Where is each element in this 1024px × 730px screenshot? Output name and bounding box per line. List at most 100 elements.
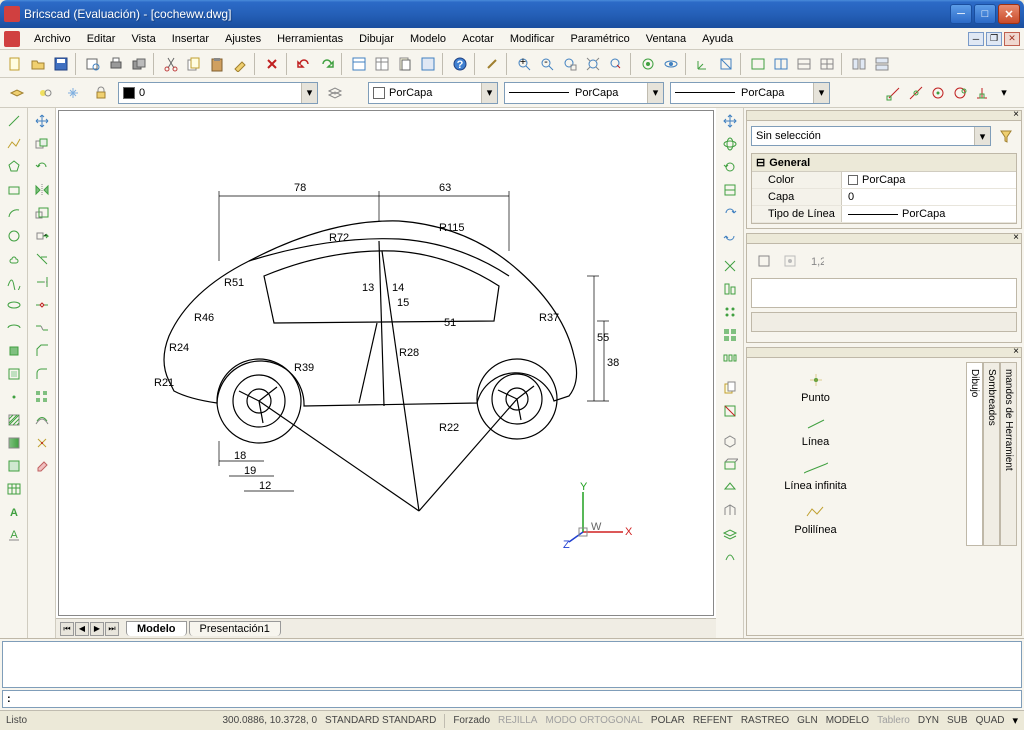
pal-punto[interactable]: Punto xyxy=(757,368,874,408)
menu-modelo[interactable]: Modelo xyxy=(402,31,454,47)
sectionplane-icon[interactable] xyxy=(719,476,741,498)
constraint-list[interactable] xyxy=(751,278,1017,308)
menu-modificar[interactable]: Modificar xyxy=(502,31,563,47)
print-icon[interactable] xyxy=(105,53,127,75)
menu-herramientas[interactable]: Herramientas xyxy=(269,31,351,47)
prop-row-layer[interactable]: Capa 0 xyxy=(752,189,1016,206)
zoom-out-icon[interactable]: - xyxy=(536,53,558,75)
color-combo[interactable]: PorCapa ▾ xyxy=(368,82,498,104)
cut-icon[interactable] xyxy=(160,53,182,75)
menu-ayuda[interactable]: Ayuda xyxy=(694,31,741,47)
stretch-icon[interactable] xyxy=(31,225,53,247)
offset-icon[interactable] xyxy=(31,409,53,431)
circle-icon[interactable] xyxy=(3,225,25,247)
command-line[interactable]: : xyxy=(2,690,1022,708)
zoom-window-icon[interactable] xyxy=(559,53,581,75)
fillet-icon[interactable] xyxy=(31,363,53,385)
table-icon[interactable] xyxy=(3,478,25,500)
trim-icon[interactable] xyxy=(31,248,53,270)
status-gln[interactable]: GLN xyxy=(797,715,818,726)
scale-icon[interactable] xyxy=(31,202,53,224)
print-preview-icon[interactable] xyxy=(82,53,104,75)
mdi-minimize-button[interactable]: ─ xyxy=(968,32,984,46)
status-refent[interactable]: REFENT xyxy=(693,715,733,726)
prop-row-color[interactable]: Color PorCapa xyxy=(752,172,1016,189)
menu-editar[interactable]: Editar xyxy=(79,31,124,47)
section-icon[interactable] xyxy=(719,179,741,201)
zoom-extents-icon[interactable] xyxy=(582,53,604,75)
isoplane-icon[interactable] xyxy=(719,430,741,452)
esnap-mid-icon[interactable] xyxy=(906,83,926,103)
explode-icon[interactable] xyxy=(31,432,53,454)
status-sub[interactable]: SUB xyxy=(947,715,968,726)
close-button[interactable]: ✕ xyxy=(998,4,1020,24)
matchprop-icon[interactable] xyxy=(229,53,251,75)
distribute-icon[interactable] xyxy=(719,347,741,369)
status-modelo[interactable]: MODELO xyxy=(826,715,869,726)
tab-next-button[interactable]: ▶ xyxy=(90,622,104,636)
layer-freeze-icon[interactable] xyxy=(62,82,84,104)
hatch-icon[interactable] xyxy=(3,409,25,431)
constraint3-icon[interactable]: 1,2 xyxy=(805,250,827,272)
maximize-button[interactable]: □ xyxy=(974,4,996,24)
view-rotate-icon[interactable] xyxy=(637,53,659,75)
help-icon[interactable]: ? xyxy=(449,53,471,75)
viewclip-icon[interactable] xyxy=(719,400,741,422)
spline-icon[interactable] xyxy=(3,271,25,293)
esnap-more-icon[interactable]: ▾ xyxy=(994,83,1014,103)
status-quad[interactable]: QUAD xyxy=(976,715,1005,726)
layer-iso-icon[interactable] xyxy=(324,82,346,104)
publish-icon[interactable] xyxy=(128,53,150,75)
ellipsearc-icon[interactable] xyxy=(3,317,25,339)
command-history[interactable] xyxy=(2,641,1022,688)
linetype-combo[interactable]: PorCapa ▾ xyxy=(504,82,664,104)
layer-state-icon[interactable] xyxy=(34,82,56,104)
lineweight-combo[interactable]: PorCapa ▾ xyxy=(670,82,830,104)
viewport2-icon[interactable] xyxy=(793,53,815,75)
layer-combo[interactable]: 0 ▾ xyxy=(118,82,318,104)
tile-h-icon[interactable] xyxy=(848,53,870,75)
selection-combo[interactable]: Sin selección ▾ xyxy=(751,126,991,146)
arc-icon[interactable] xyxy=(3,202,25,224)
paste-icon[interactable] xyxy=(206,53,228,75)
explorer-icon[interactable] xyxy=(348,53,370,75)
zoom-previous-icon[interactable] xyxy=(605,53,627,75)
tile-v-icon[interactable] xyxy=(871,53,893,75)
zoom-in-icon[interactable]: + xyxy=(513,53,535,75)
model-viewport[interactable]: 78 63 xyxy=(58,110,714,616)
region-icon[interactable] xyxy=(3,455,25,477)
new-icon[interactable] xyxy=(4,53,26,75)
viewport1-icon[interactable] xyxy=(770,53,792,75)
menu-parametrico[interactable]: Paramétrico xyxy=(562,31,637,47)
save-icon[interactable] xyxy=(50,53,72,75)
esnap-int-icon[interactable] xyxy=(950,83,970,103)
qselect-icon[interactable] xyxy=(995,125,1017,147)
paltab-herramient[interactable]: mandos de Herramient xyxy=(1000,362,1017,546)
esnap-end-icon[interactable] xyxy=(884,83,904,103)
esnap-cen-icon[interactable] xyxy=(928,83,948,103)
status-orto[interactable]: MODO ORTOGONAL xyxy=(545,715,642,726)
plan-icon[interactable] xyxy=(715,53,737,75)
align-icon[interactable] xyxy=(719,278,741,300)
tab-prev-button[interactable]: ◀ xyxy=(75,622,89,636)
minimize-button[interactable]: ─ xyxy=(950,4,972,24)
tab-layout1[interactable]: Presentación1 xyxy=(189,621,281,636)
revcloud-icon[interactable] xyxy=(3,248,25,270)
arrayrect-icon[interactable] xyxy=(719,301,741,323)
regen-ccw-icon[interactable] xyxy=(719,225,741,247)
extend-icon[interactable] xyxy=(31,271,53,293)
insert-icon[interactable] xyxy=(3,340,25,362)
pal-polilinea[interactable]: Polilínea xyxy=(757,500,874,540)
point-icon[interactable] xyxy=(3,386,25,408)
esnap-perp-icon[interactable] xyxy=(972,83,992,103)
regen-cw-icon[interactable] xyxy=(719,202,741,224)
status-dyn[interactable]: DYN xyxy=(918,715,939,726)
toolpalettes-icon[interactable] xyxy=(417,53,439,75)
menu-acotar[interactable]: Acotar xyxy=(454,31,502,47)
move-icon[interactable] xyxy=(31,110,53,132)
pan-icon[interactable] xyxy=(719,110,741,132)
chamfer-icon[interactable] xyxy=(31,340,53,362)
command-input[interactable] xyxy=(15,693,1017,705)
solview-icon[interactable] xyxy=(719,499,741,521)
realtime-icon[interactable] xyxy=(481,53,503,75)
